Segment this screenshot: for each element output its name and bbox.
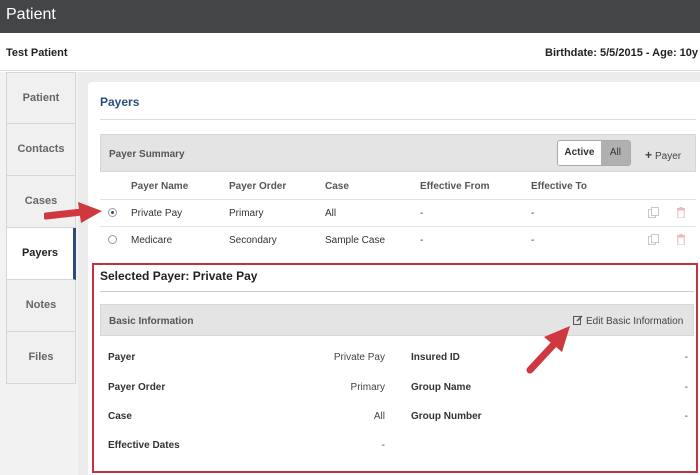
sidebar-item-patient[interactable]: Patient: [6, 72, 76, 124]
patient-bar: Test Patient Birthdate: 5/5/2015 - Age: …: [0, 33, 700, 71]
row-payer-name: Medicare: [131, 235, 173, 246]
column-effective-to: Effective To: [531, 181, 587, 192]
plus-icon: +: [645, 148, 653, 162]
sidebar: Patient Contacts Cases Payers Notes File…: [6, 72, 76, 384]
detail-label-group-name: Group Name: [411, 382, 472, 393]
detail-label-group-number: Group Number: [411, 411, 482, 422]
edit-basic-information-button[interactable]: Edit Basic Information: [573, 315, 683, 327]
edit-icon: [573, 315, 583, 325]
payer-summary-header: Payer Summary Active All + Payer: [100, 134, 696, 172]
detail-value-payer-order: Primary: [350, 382, 385, 393]
detail-label-case: Case: [108, 411, 132, 422]
title-divider: [100, 119, 696, 120]
detail-value-insured-id: -: [684, 352, 688, 363]
row-effective-to: -: [531, 235, 535, 246]
active-filter-toggle: Active All: [557, 140, 631, 166]
trash-icon[interactable]: [676, 234, 686, 245]
payer-summary-title: Payer Summary: [109, 149, 185, 160]
detail-value-payer: Private Pay: [333, 352, 385, 363]
detail-label-payer-order: Payer Order: [108, 382, 166, 393]
detail-value-group-number: -: [684, 411, 688, 422]
row-divider: [100, 226, 696, 227]
copy-icon[interactable]: [648, 234, 659, 245]
sidebar-item-payers[interactable]: Payers: [6, 228, 76, 280]
basic-information-title: Basic Information: [109, 316, 194, 327]
column-case: Case: [325, 181, 349, 192]
filter-all-button[interactable]: All: [600, 141, 630, 165]
app-title: Patient: [6, 6, 56, 23]
sidebar-item-cases[interactable]: Cases: [6, 176, 76, 228]
detail-value-effective-dates: -: [381, 440, 385, 451]
add-payer-button[interactable]: + Payer: [645, 148, 681, 162]
selected-divider: [100, 291, 694, 292]
detail-value-group-name: -: [684, 382, 688, 393]
sidebar-item-files[interactable]: Files: [6, 332, 76, 384]
detail-label-insured-id: Insured ID: [411, 352, 460, 363]
table-divider: [100, 199, 696, 200]
selected-payer-title: Selected Payer: Private Pay: [100, 269, 258, 283]
add-payer-label: Payer: [655, 151, 682, 162]
basic-information-header: Basic Information Edit Basic Information: [100, 304, 694, 336]
patient-name: Test Patient: [6, 47, 68, 59]
app-header: Patient: [0, 0, 700, 33]
detail-value-case: All: [373, 411, 385, 422]
detail-label-payer: Payer: [108, 352, 136, 363]
trash-icon[interactable]: [676, 207, 686, 218]
page-title: Payers: [100, 95, 140, 109]
radio-icon[interactable]: [108, 235, 117, 244]
annotation-highlight-box: [92, 263, 698, 473]
row-effective-from: -: [420, 235, 424, 246]
row-payer-order: Secondary: [229, 235, 277, 246]
sidebar-item-notes[interactable]: Notes: [6, 280, 76, 332]
filter-active-button[interactable]: Active: [558, 141, 601, 165]
column-payer-order: Payer Order: [229, 181, 287, 192]
radio-selected-icon[interactable]: [108, 208, 117, 217]
row-effective-to: -: [531, 208, 535, 219]
row-case: All: [325, 208, 337, 219]
edit-basic-information-label: Edit Basic Information: [586, 316, 684, 327]
detail-label-effective-dates: Effective Dates: [108, 440, 180, 451]
column-payer-name: Payer Name: [131, 181, 189, 192]
sidebar-item-contacts[interactable]: Contacts: [6, 124, 76, 176]
row-effective-from: -: [420, 208, 424, 219]
column-effective-from: Effective From: [420, 181, 490, 192]
row-payer-name: Private Pay: [131, 208, 183, 219]
row-case: Sample Case: [325, 235, 386, 246]
patient-birthdate: Birthdate: 5/5/2015 - Age: 10y 4: [545, 47, 700, 59]
copy-icon[interactable]: [648, 207, 659, 218]
row-payer-order: Primary: [229, 208, 264, 219]
